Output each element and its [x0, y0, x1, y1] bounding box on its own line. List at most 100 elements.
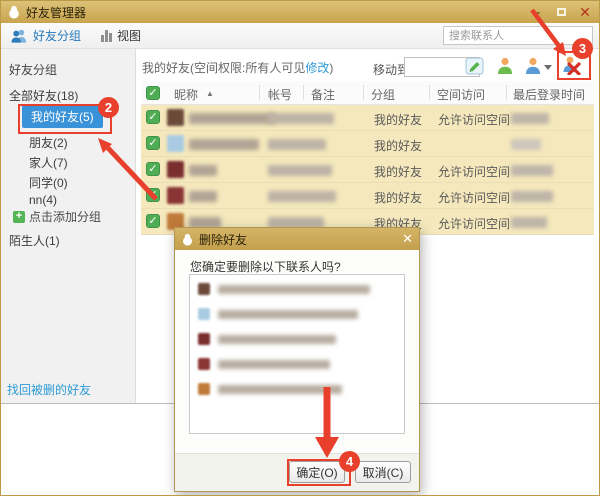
redacted-nickname: [189, 113, 275, 124]
modify-permission-link[interactable]: 修改: [305, 61, 329, 75]
cancel-button[interactable]: 取消(C): [355, 461, 411, 483]
group-cell: 我的好友: [374, 165, 423, 179]
dialog-title-bar: 删除好友 ✕: [175, 228, 419, 250]
tab-friend-groups-label: 好友分组: [33, 29, 82, 43]
move-friend-icon[interactable]: [523, 56, 553, 76]
avatar: [167, 187, 184, 204]
column-group[interactable]: 分组: [371, 86, 395, 103]
dialog-close-icon[interactable]: ✕: [402, 231, 413, 247]
redacted-contact: [218, 360, 330, 369]
redacted-account: [268, 139, 326, 150]
sidebar-item-friends[interactable]: 朋友(2): [29, 134, 68, 151]
step-badge-3: 3: [572, 38, 593, 59]
redacted-nickname: [189, 191, 217, 202]
redacted-contact: [218, 310, 358, 319]
sidebar-item-strangers[interactable]: 陌生人(1): [9, 232, 60, 249]
redacted-contact: [218, 335, 336, 344]
plus-icon: +: [13, 210, 25, 223]
chart-bars-icon: [101, 29, 113, 42]
avatar: [198, 283, 210, 295]
redacted-nickname: [189, 165, 217, 176]
toolbar: 好友分组 视图: [1, 23, 599, 49]
sidebar-item-all-friends[interactable]: 全部好友(18): [9, 87, 78, 104]
table-row[interactable]: ✓ 我的好友 允许访问空间: [141, 157, 594, 183]
column-space-access[interactable]: 空间访问: [437, 86, 485, 103]
redacted-account: [268, 191, 336, 202]
avatar: [198, 358, 210, 370]
delete-friend-dialog: 删除好友 ✕ 您确定要删除以下联系人吗? 确定(O) 取消(C): [174, 227, 420, 492]
table-row[interactable]: ✓ 我的好友 允许访问空间: [141, 183, 594, 209]
recover-deleted-friends-link[interactable]: 找回被删的好友: [7, 381, 91, 398]
column-nickname[interactable]: 昵称: [174, 86, 198, 103]
tab-view[interactable]: 视图: [91, 23, 151, 48]
close-button[interactable]: ✕: [577, 4, 593, 20]
row-checkbox[interactable]: ✓: [146, 136, 160, 150]
avatar: [198, 308, 210, 320]
list-item: [190, 281, 404, 300]
step-badge-4: 4: [339, 451, 360, 472]
redacted-login-time: [511, 113, 549, 124]
people-icon: [11, 29, 27, 43]
group-cell: 我的好友: [374, 191, 423, 205]
redacted-contact: [218, 385, 342, 394]
row-checkbox[interactable]: ✓: [146, 214, 160, 228]
avatar: [198, 333, 210, 345]
redacted-account: [268, 113, 334, 124]
row-checkbox[interactable]: ✓: [146, 188, 160, 202]
friend-manager-window: 好友管理器 – ✕ 好友分组 视图 好友分组 全部好友(18) 我的好友(5) …: [0, 0, 600, 496]
access-cell: 允许访问空间: [438, 191, 511, 205]
group-cell: 我的好友: [374, 139, 423, 153]
redacted-login-time: [511, 191, 553, 202]
avatar: [167, 135, 184, 152]
search-box: [443, 26, 593, 45]
sidebar-item-family[interactable]: 家人(7): [29, 154, 68, 171]
table-row[interactable]: ✓ 我的好友: [141, 131, 594, 157]
tab-view-label: 视图: [117, 29, 142, 43]
redacted-contact: [218, 285, 370, 294]
select-all-checkbox[interactable]: ✓: [146, 86, 160, 100]
redacted-login-time: [511, 217, 547, 228]
column-account[interactable]: 帐号: [268, 86, 292, 103]
window-title: 好友管理器: [26, 5, 87, 20]
qq-penguin-icon: [183, 233, 192, 246]
avatar: [167, 161, 184, 178]
contacts-to-delete-list: [189, 274, 405, 434]
add-group-button[interactable]: + 点击添加分组: [13, 208, 101, 225]
row-checkbox[interactable]: ✓: [146, 110, 160, 124]
access-cell: 允许访问空间: [438, 217, 511, 231]
table-row[interactable]: ✓ 我的好友 允许访问空间: [141, 105, 594, 131]
search-input[interactable]: [443, 26, 593, 45]
friend-table: ✓ 我的好友 允许访问空间 ✓ 我的好友 ✓ 我的好友 允许访问空间 ✓ 我的好…: [141, 105, 594, 235]
minimize-button[interactable]: –: [529, 5, 545, 19]
dialog-message: 您确定要删除以下联系人吗?: [190, 260, 341, 274]
add-friend-icon[interactable]: [495, 56, 515, 76]
redacted-account: [268, 165, 332, 176]
access-cell: 允许访问空间: [438, 165, 511, 179]
group-cell: 我的好友: [374, 113, 423, 127]
row-checkbox[interactable]: ✓: [146, 162, 160, 176]
sidebar-item-nn[interactable]: nn(4): [29, 193, 57, 207]
maximize-button[interactable]: [553, 5, 569, 19]
title-bar: 好友管理器 – ✕: [1, 1, 599, 23]
list-item: [190, 381, 404, 400]
step-badge-2: 2: [98, 97, 119, 118]
sidebar-item-classmates[interactable]: 同学(0): [29, 174, 68, 191]
dialog-title: 删除好友: [199, 232, 248, 247]
avatar: [167, 109, 184, 126]
caption-suffix: ): [329, 61, 334, 75]
qq-penguin-icon: [9, 5, 19, 19]
list-item: [190, 356, 404, 375]
column-last-login[interactable]: 最后登录时间: [513, 86, 585, 103]
list-item: [190, 306, 404, 325]
redacted-login-time: [511, 165, 553, 176]
edit-remark-icon[interactable]: [465, 56, 485, 76]
caption-text: 我的好友(空间权限:所有人可见: [142, 61, 306, 75]
list-caption: 我的好友(空间权限:所有人可见修改): [142, 59, 333, 76]
sort-asc-icon: ▲: [206, 89, 214, 98]
tab-friend-groups[interactable]: 好友分组: [1, 23, 91, 48]
column-remark[interactable]: 备注: [311, 86, 335, 103]
add-group-label: 点击添加分组: [29, 210, 102, 224]
redacted-login-time: [511, 139, 541, 150]
sidebar-header: 好友分组: [9, 63, 58, 77]
list-item: [190, 331, 404, 350]
